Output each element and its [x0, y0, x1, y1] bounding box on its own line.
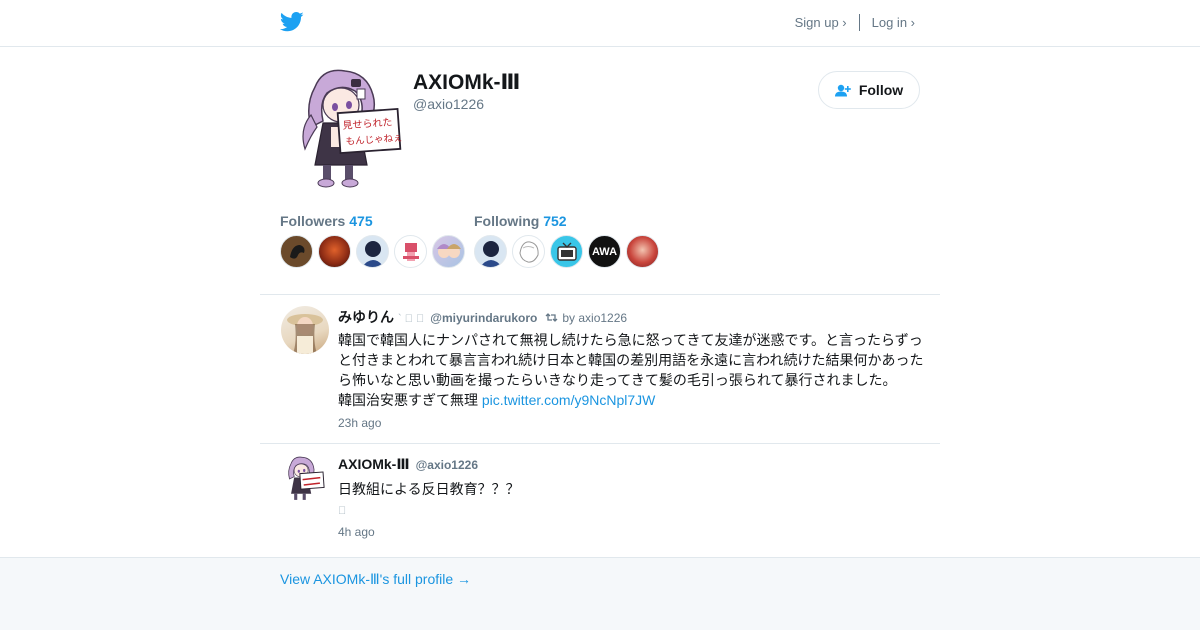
following-avatar[interactable] — [626, 235, 659, 268]
tweet-header: AXIOMk-Ⅲ @axio1226 — [338, 456, 478, 473]
followers-count: 475 — [349, 213, 373, 229]
follow-button[interactable]: Follow — [818, 71, 920, 109]
footer: View AXIOMk-Ⅲ's full profile → — [0, 557, 1200, 630]
following-avatar[interactable] — [512, 235, 545, 268]
tweet-media-link[interactable]: pic.twitter.com/y9NcNpl7JW — [482, 392, 655, 408]
login-link[interactable]: Log in › — [872, 15, 915, 30]
tweet-author-avatar[interactable] — [281, 306, 329, 354]
tweet-timestamp[interactable]: 4h ago — [338, 525, 375, 539]
follow-label: Follow — [858, 82, 904, 98]
profile-handle: @axio1226 — [413, 96, 485, 112]
followers-label: Followers — [280, 213, 346, 229]
top-bar: Sign up › Log in › — [0, 0, 1200, 47]
emoji-placeholder: 󾠶 — [338, 505, 347, 517]
tweet-author-avatar[interactable] — [281, 455, 329, 503]
follower-avatar[interactable] — [280, 235, 313, 268]
following-avatar[interactable] — [550, 235, 583, 268]
tweet-header: みゆりん ` 󾠶 󾠶 @miyurindarukoro by axio1226 — [338, 307, 627, 327]
following-label: Following — [474, 213, 540, 229]
following-count: 752 — [543, 213, 567, 229]
profile-avatar[interactable]: 見せられた もんじゃねぇ — [293, 65, 409, 189]
tweet-text-line2: 韓国治安悪すぎて無理 — [338, 392, 482, 408]
following-stat[interactable]: Following 752 — [474, 213, 567, 229]
followers-avatars — [280, 235, 470, 268]
nav-divider — [858, 14, 860, 31]
tweet-text: 日教組による反日教育？？？ 󾠶 — [338, 479, 930, 521]
signup-link[interactable]: Sign up › — [795, 15, 847, 30]
divider — [260, 294, 940, 295]
retweet-context: by axio1226 — [545, 311, 627, 325]
twitter-bird-icon[interactable] — [280, 11, 304, 33]
retweet-by-label: by axio1226 — [562, 310, 628, 325]
tweet-author-name[interactable]: AXIOMk-Ⅲ — [338, 456, 410, 473]
tweet-author-handle[interactable]: @miyurindarukoro — [430, 311, 537, 325]
author-emoji-glyphs: ` 󾠶 󾠶 — [398, 313, 425, 325]
profile-name: AXIOMk-Ⅲ — [413, 71, 521, 94]
follower-avatar[interactable] — [432, 235, 465, 268]
follower-avatar[interactable] — [356, 235, 389, 268]
tweet-text-body: 日教組による反日教育？？？ — [338, 481, 520, 497]
follower-avatar[interactable] — [318, 235, 351, 268]
tweet-author-name[interactable]: みゆりん — [338, 307, 394, 327]
top-nav: Sign up › Log in › — [795, 14, 915, 31]
full-profile-link[interactable]: View AXIOMk-Ⅲ's full profile → — [280, 571, 471, 588]
followers-stat[interactable]: Followers 475 — [280, 213, 373, 229]
follower-avatar[interactable] — [394, 235, 427, 268]
following-avatar[interactable] — [474, 235, 507, 268]
following-avatar-badge: AWA — [591, 245, 618, 258]
tweet-author-handle[interactable]: @axio1226 — [416, 458, 478, 472]
tweet-timestamp[interactable]: 23h ago — [338, 416, 381, 430]
add-user-icon — [834, 84, 851, 96]
following-avatar[interactable]: AWA — [588, 235, 621, 268]
divider — [260, 443, 940, 444]
retweet-icon — [545, 313, 558, 322]
following-avatars: AWA — [474, 235, 664, 268]
tweet-text-body: 韓国で韓国人にナンパされて無視し続けたら急に怒ってきて友達が迷惑です。と言ったら… — [338, 332, 924, 388]
tweet-text: 韓国で韓国人にナンパされて無視し続けたら急に怒ってきて友達が迷惑です。と言ったら… — [338, 330, 930, 410]
